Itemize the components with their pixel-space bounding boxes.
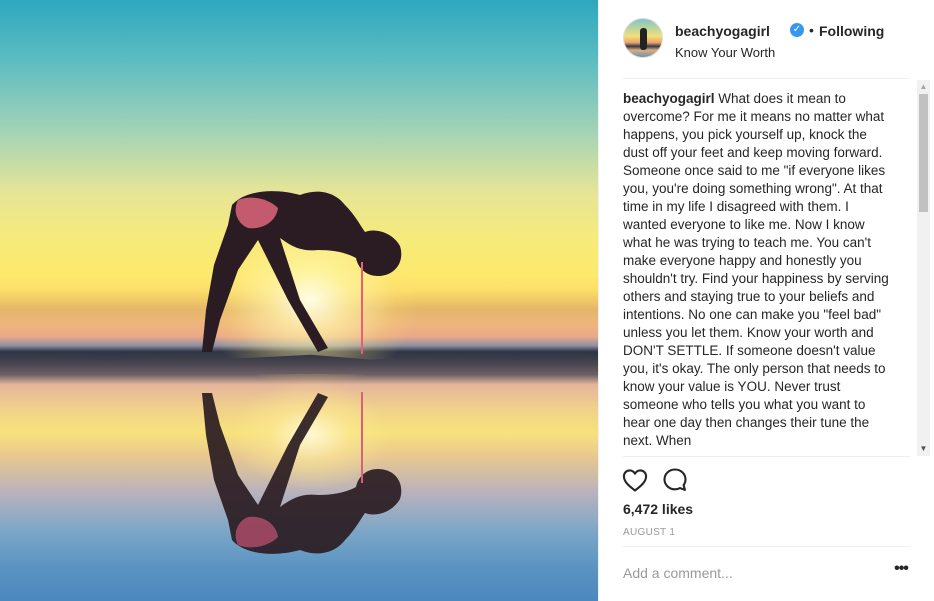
comment-divider (623, 546, 910, 547)
header-divider (623, 78, 910, 79)
post-sidebar: beachyogagirl ✓ • Following Know Your Wo… (598, 0, 934, 601)
comment-icon[interactable] (661, 466, 689, 494)
scroll-down-arrow-icon[interactable]: ▼ (917, 444, 930, 454)
location-link[interactable]: Know Your Worth (675, 45, 775, 60)
caption-text: What does it mean to overcome? For me it… (623, 91, 889, 448)
caption-scrollbar[interactable]: ▲ ▼ (917, 80, 930, 456)
caption-scroll-area[interactable]: beachyogagirl What does it mean to overc… (623, 90, 895, 456)
post-photo[interactable] (0, 0, 598, 601)
likes-count[interactable]: 6,472 likes (623, 501, 693, 517)
verified-badge-icon: ✓ (790, 23, 804, 37)
post-header: beachyogagirl ✓ • Following Know Your Wo… (623, 18, 910, 68)
avatar[interactable] (623, 18, 663, 58)
scroll-thumb[interactable] (919, 94, 928, 212)
avatar-figure (640, 28, 647, 50)
username-link[interactable]: beachyogagirl (675, 23, 770, 39)
scroll-up-arrow-icon[interactable]: ▲ (917, 82, 930, 92)
heart-icon[interactable] (621, 466, 649, 494)
actions-divider (623, 456, 910, 457)
yoga-silhouette (202, 191, 402, 554)
post-date[interactable]: AUGUST 1 (623, 527, 675, 538)
header-separator: • (809, 22, 814, 38)
comment-input[interactable] (623, 562, 873, 584)
following-button[interactable]: Following (819, 23, 884, 39)
caption-author-link[interactable]: beachyogagirl (623, 91, 715, 106)
more-options-button[interactable]: ••• (891, 561, 911, 582)
caption: beachyogagirl What does it mean to overc… (623, 90, 895, 450)
